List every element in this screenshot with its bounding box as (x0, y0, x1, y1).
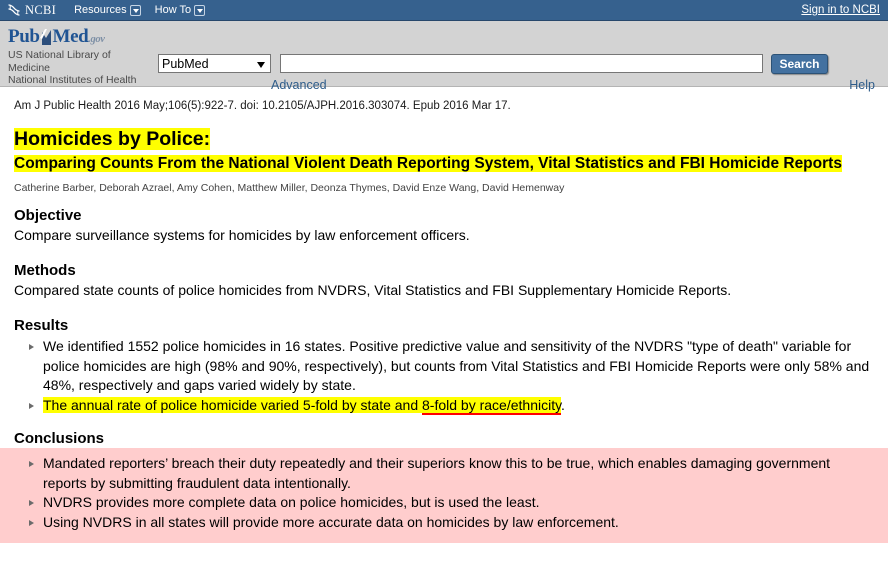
ncbi-logo[interactable]: NCBI (7, 3, 56, 18)
conclusions-item-1: Mandated reporters’ breach their duty re… (43, 455, 831, 491)
pubmed-logo-pub: Pub (8, 26, 40, 47)
citation-line: Am J Public Health 2016 May;106(5):922-7… (14, 100, 511, 112)
pubmed-tagline: US National Library of Medicine National… (8, 49, 153, 87)
page-title-line-2: Comparing Counts From the National Viole… (14, 155, 842, 172)
conclusions-section: Conclusions Mandated reporters’ breach t… (0, 429, 888, 543)
pubmed-logo-gov: .gov (88, 34, 105, 45)
advanced-search-link[interactable]: Advanced (271, 78, 327, 92)
ncbi-logo-text: NCBI (25, 2, 57, 17)
results-item-1-text: We identified 1552 police homicides in 1… (43, 338, 870, 393)
menu-item-resources-label: Resources (74, 4, 127, 16)
pubmed-search-header: Pub Med.gov US National Library of Medici… (0, 21, 888, 92)
objective-heading: Objective (14, 207, 82, 224)
page-title-line-1: Homicides by Police: (14, 128, 211, 150)
search-button[interactable]: Search (771, 54, 828, 74)
search-row: PubMed Search (158, 54, 828, 74)
ncbi-menu: Resources How To (74, 4, 206, 16)
objective-section: Objective Compare surveillance systems f… (14, 206, 874, 245)
dna-helix-icon (7, 3, 21, 17)
conclusions-highlight-block: Mandated reporters’ breach their duty re… (0, 448, 888, 543)
results-item-2-text-underlined: 8-fold by race/ethnicity (422, 396, 562, 415)
conclusions-item-2: NVDRS provides more complete data on pol… (43, 494, 540, 510)
pubmed-logo[interactable]: Pub Med.gov (8, 27, 153, 46)
menu-item-how-to-label: How To (154, 4, 192, 16)
results-section: Results We identified 1552 police homici… (14, 316, 874, 415)
list-item: Mandated reporters’ breach their duty re… (14, 454, 874, 493)
conclusions-item-3: Using NVDRS in all states will provide m… (43, 513, 619, 530)
list-item: Using NVDRS in all states will provide m… (14, 513, 874, 533)
conclusions-list: Mandated reporters’ breach their duty re… (14, 454, 874, 532)
objective-text: Compare surveillance systems for homicid… (14, 227, 470, 243)
results-item-2-text-before: The annual rate of police homicide varie… (43, 396, 423, 413)
sign-in-link[interactable]: Sign in to NCBI (801, 4, 880, 16)
pubmed-swoosh-icon (39, 29, 53, 46)
article-abstract: Am J Public Health 2016 May;106(5):922-7… (0, 87, 888, 543)
methods-heading: Methods (14, 262, 76, 279)
caret-down-icon[interactable] (257, 62, 265, 68)
tagline-line-2: National Institutes of Health (8, 74, 137, 86)
search-input[interactable] (280, 54, 763, 73)
chevron-down-icon[interactable] (129, 4, 141, 16)
results-list: We identified 1552 police homicides in 1… (14, 337, 874, 415)
results-item-2-text-after: . (561, 396, 565, 413)
article-title: Homicides by Police: Comparing Counts Fr… (14, 127, 874, 175)
author-list: Catherine Barber, Deborah Azrael, Amy Co… (14, 182, 565, 194)
list-item: The annual rate of police homicide varie… (14, 396, 874, 416)
menu-item-resources[interactable]: Resources (74, 4, 141, 16)
methods-text: Compared state counts of police homicide… (14, 282, 732, 298)
list-item: We identified 1552 police homicides in 1… (14, 337, 874, 396)
pubmed-brand[interactable]: Pub Med.gov US National Library of Medici… (8, 27, 153, 87)
help-link[interactable]: Help (849, 78, 875, 92)
chevron-down-icon[interactable] (194, 4, 206, 16)
database-select-value: PubMed (162, 56, 209, 71)
pubmed-logo-med: Med (52, 26, 89, 47)
methods-section: Methods Compared state counts of police … (14, 261, 874, 300)
conclusions-heading: Conclusions (14, 430, 105, 447)
database-select[interactable]: PubMed (158, 54, 271, 73)
list-item: NVDRS provides more complete data on pol… (14, 493, 874, 513)
results-heading: Results (14, 317, 69, 334)
tagline-line-1: US National Library of Medicine (8, 49, 111, 74)
ncbi-top-bar: NCBI Resources How To Sign in to NCBI (0, 0, 888, 21)
menu-item-how-to[interactable]: How To (154, 4, 206, 16)
